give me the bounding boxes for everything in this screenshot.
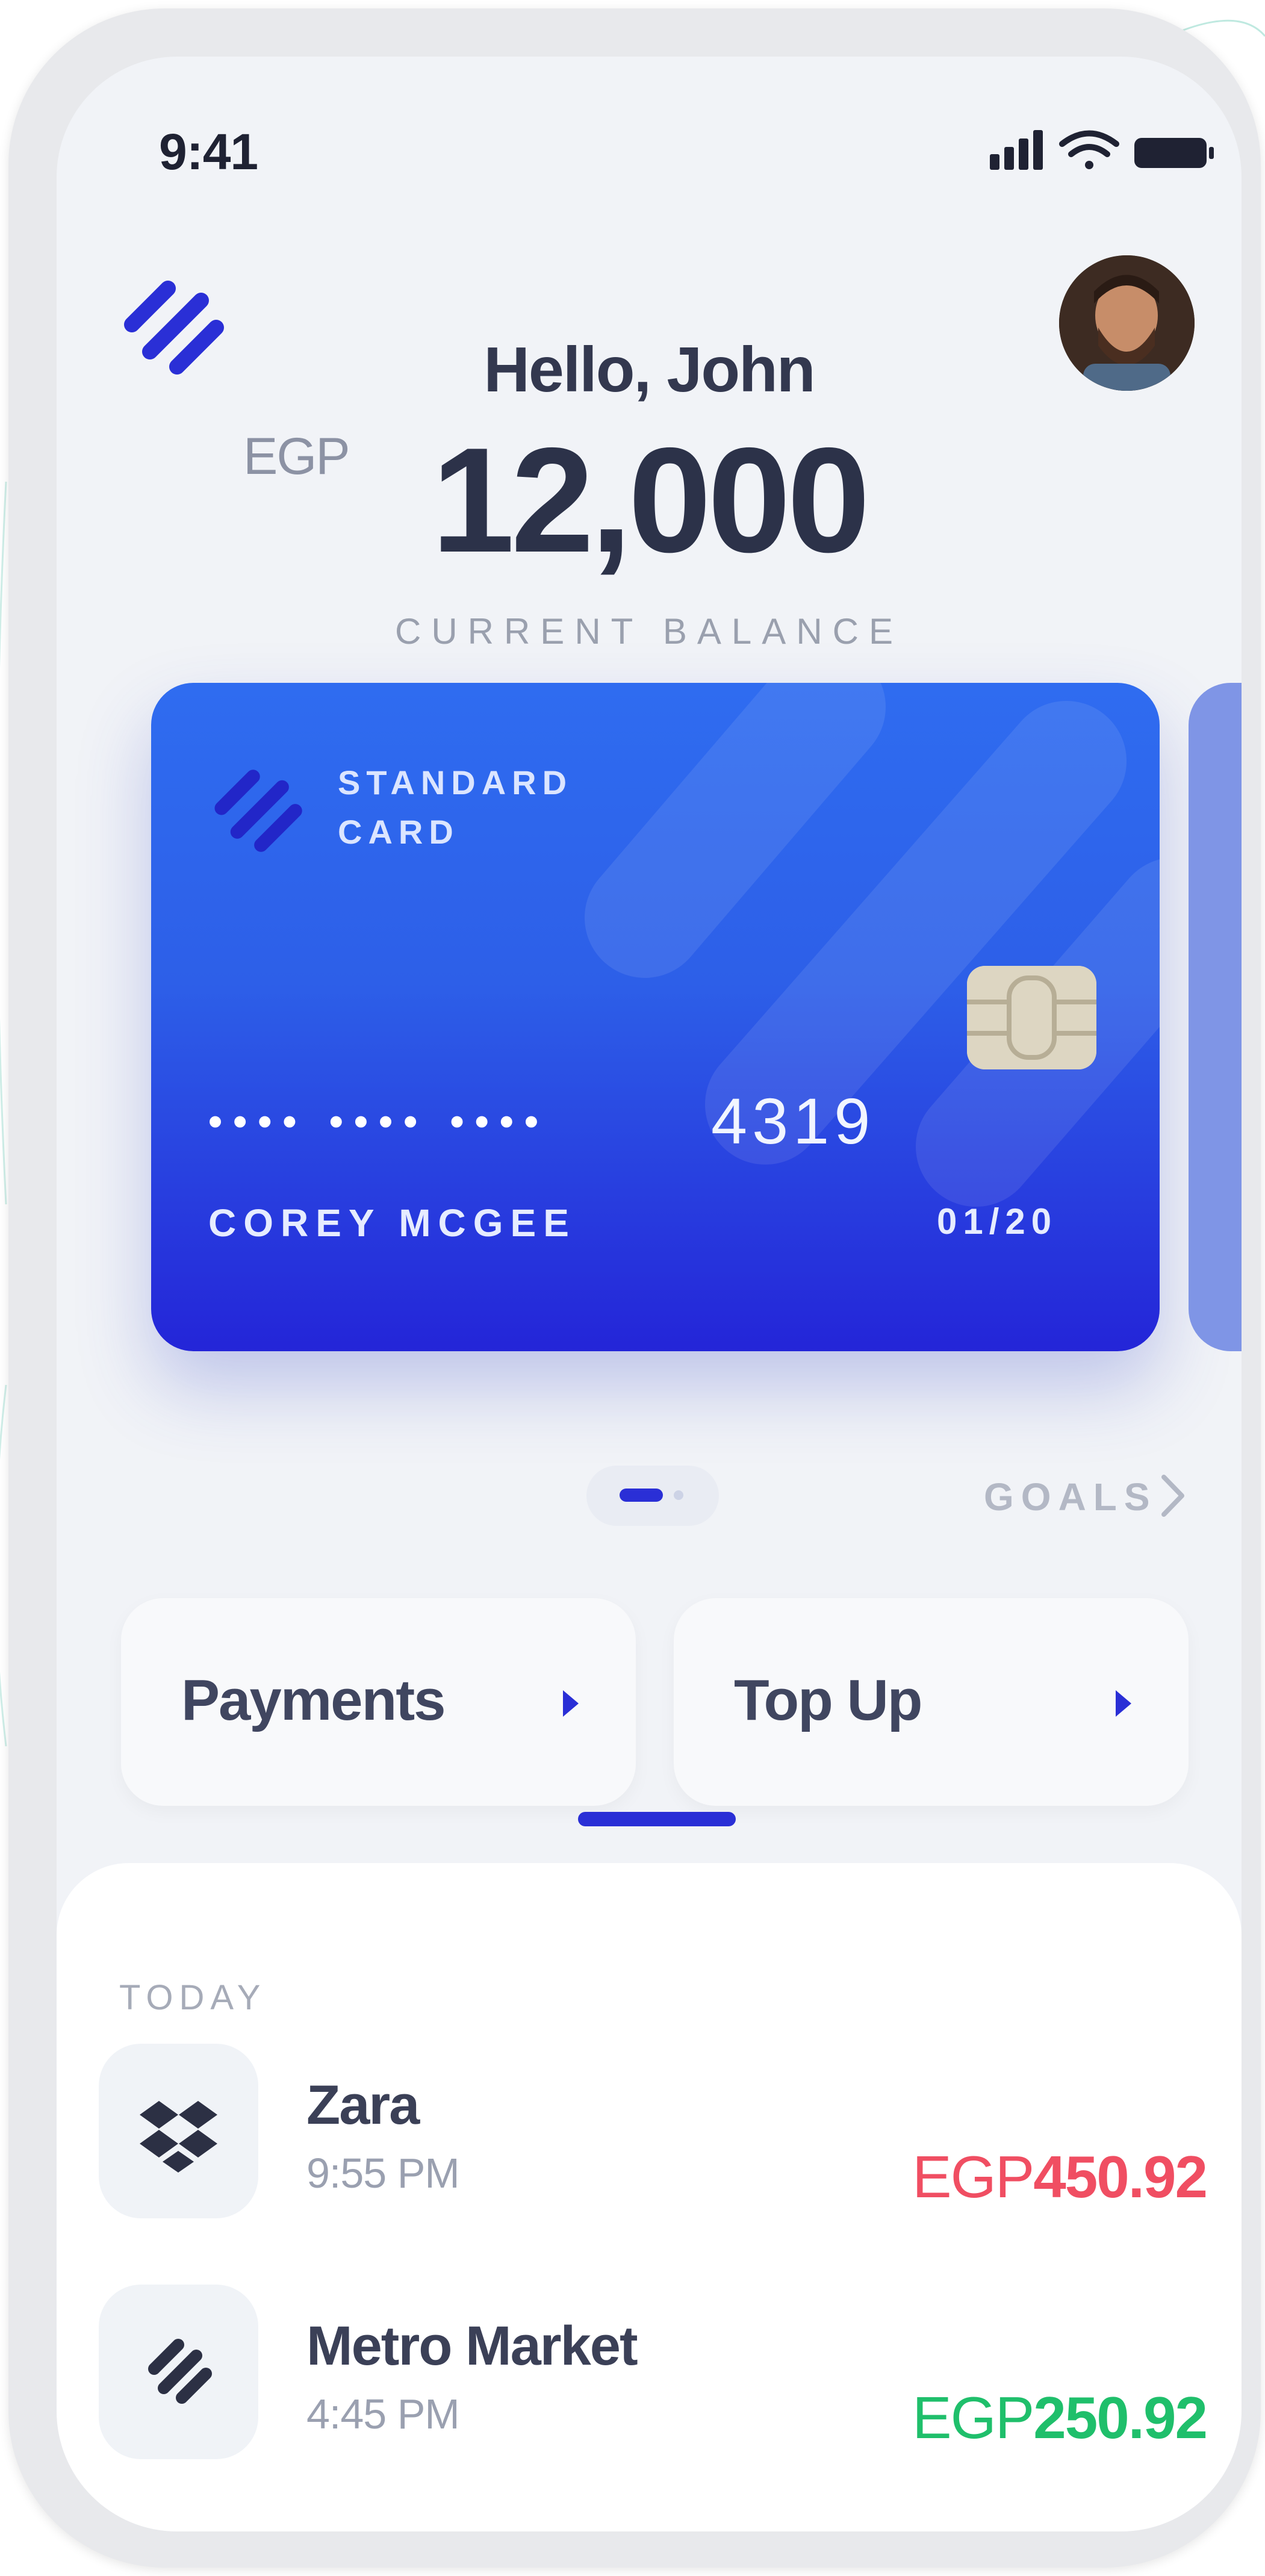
signal-icon xyxy=(990,130,1043,170)
transaction-merchant: Zara xyxy=(306,2074,420,2136)
card-expiry: 01/20 xyxy=(937,1201,1058,1242)
next-card-peek[interactable] xyxy=(1189,683,1242,1351)
card-type-line1: STANDARD xyxy=(338,764,573,801)
user-avatar[interactable] xyxy=(1059,255,1195,391)
drawer-handle[interactable] xyxy=(578,1812,736,1826)
card-masked-number: •••• •••• •••• xyxy=(208,1099,549,1143)
top-up-button[interactable]: Top Up xyxy=(674,1598,1189,1806)
goals-link[interactable]: GOALS xyxy=(984,1475,1157,1519)
transaction-time: 9:55 PM xyxy=(306,2150,460,2197)
transaction-time: 4:45 PM xyxy=(306,2391,460,2438)
transaction-amount: EGP450.92 xyxy=(912,2143,1208,2211)
chevron-right-icon[interactable] xyxy=(1155,1469,1192,1523)
pager-dot-active[interactable] xyxy=(620,1489,663,1502)
transaction-row[interactable]: Metro Market 4:45 PM EGP250.92 xyxy=(99,2285,1208,2477)
transaction-value: 450.92 xyxy=(1033,2144,1208,2210)
dropbox-icon xyxy=(140,2101,217,2173)
card-last4: 4319 xyxy=(711,1084,875,1157)
pager-dot[interactable] xyxy=(674,1490,683,1500)
card-chip-icon xyxy=(967,966,1096,1069)
payments-label: Payments xyxy=(181,1668,446,1732)
app-screen: 9:41 Hello, John EGP 12,000 CURRENT BALA… xyxy=(57,57,1242,2531)
chevron-right-icon xyxy=(1116,1690,1131,1717)
status-time: 9:41 xyxy=(159,123,258,180)
payments-button[interactable]: Payments xyxy=(121,1598,636,1806)
transactions-panel: TODAY Zara 9:55 PM EGP450.92 Metro Marke… xyxy=(57,1863,1242,2531)
card-logo-icon xyxy=(214,770,302,852)
card-type-line2: CARD xyxy=(338,813,459,851)
transaction-currency: EGP xyxy=(912,2385,1034,2451)
transaction-currency: EGP xyxy=(912,2144,1034,2210)
status-icons xyxy=(990,130,1214,170)
avatar-image xyxy=(1059,255,1195,391)
brand-logo-icon xyxy=(148,2339,212,2404)
section-label: TODAY xyxy=(119,1978,267,2017)
payment-card[interactable]: STANDARD CARD •••• •••• •••• 4319 COREY … xyxy=(151,683,1160,1351)
balance-amount: 12,000 xyxy=(431,416,871,583)
merchant-icon xyxy=(99,2285,258,2459)
wifi-icon xyxy=(1059,130,1119,169)
battery-icon xyxy=(1134,138,1214,168)
chevron-right-icon xyxy=(563,1690,579,1717)
card-holder: COREY MCGEE xyxy=(208,1201,576,1245)
card-type: STANDARD CARD xyxy=(338,758,573,857)
phone-frame: 9:41 Hello, John EGP 12,000 CURRENT BALA… xyxy=(8,8,1261,2568)
transaction-amount: EGP250.92 xyxy=(912,2384,1208,2452)
transaction-value: 250.92 xyxy=(1033,2385,1208,2451)
transaction-merchant: Metro Market xyxy=(306,2315,638,2377)
balance-label: CURRENT BALANCE xyxy=(394,611,903,652)
merchant-icon xyxy=(99,2044,258,2218)
transaction-row[interactable]: Zara 9:55 PM EGP450.92 xyxy=(99,2044,1208,2236)
top-up-label: Top Up xyxy=(734,1668,922,1732)
